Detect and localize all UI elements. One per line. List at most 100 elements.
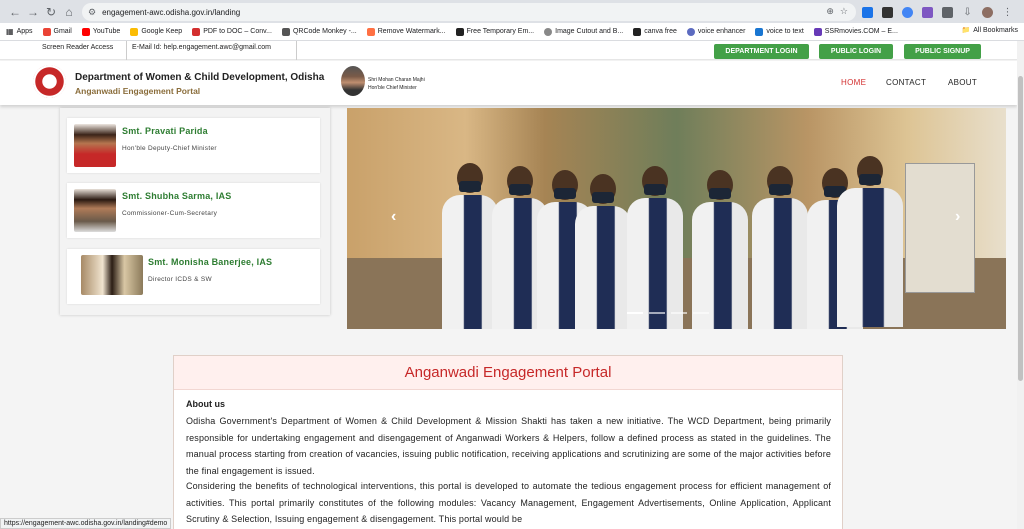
email-icon <box>455 27 464 36</box>
cutout-icon <box>544 27 553 36</box>
top-utility-strip: Screen Reader Access E-Mail Id: help.eng… <box>0 41 1017 60</box>
carousel-person <box>627 166 683 329</box>
kebab-menu-icon[interactable]: ⋮ <box>1002 7 1013 18</box>
official-card: Smt. Pravati Parida Hon'ble Deputy-Chief… <box>67 118 320 173</box>
zoom-icon[interactable]: ⊕ <box>826 6 834 17</box>
divider <box>126 41 127 60</box>
official-name: Smt. Pravati Parida <box>122 126 208 136</box>
email-contact: E-Mail Id: help.engagement.awc@gmail.com <box>132 44 272 51</box>
extension-icon[interactable] <box>882 6 893 18</box>
carousel-person <box>442 163 498 329</box>
bookmark-voice-enhancer[interactable]: voice enhancer <box>686 27 745 36</box>
forward-icon[interactable]: → <box>24 3 42 21</box>
watermark-icon <box>366 27 375 36</box>
department-login-button[interactable]: DEPARTMENT LOGIN <box>714 44 809 59</box>
section-title: Anganwadi Engagement Portal <box>174 356 842 390</box>
bookmark-temp-email[interactable]: Free Temporary Em... <box>455 27 534 36</box>
public-login-button[interactable]: PUBLIC LOGIN <box>819 44 893 59</box>
address-bar[interactable]: ⚙ engagement-awc.odisha.gov.in/landing ⊕… <box>82 3 856 21</box>
ssr-icon <box>813 27 822 36</box>
scrollbar-thumb[interactable] <box>1018 76 1023 381</box>
bookmark-apps[interactable]: ▦ Apps <box>6 27 33 36</box>
odisha-emblem-logo <box>33 65 66 98</box>
public-signup-button[interactable]: PUBLIC SIGNUP <box>904 44 981 59</box>
extension-icon[interactable] <box>902 6 913 18</box>
canva-icon <box>633 27 642 36</box>
chief-minister-caption: Shri Mohan Charan Majhi Hon'ble Chief Mi… <box>368 76 425 92</box>
photo-carousel[interactable]: ‹ › <box>347 108 1006 329</box>
carousel-indicator[interactable] <box>693 312 709 314</box>
site-info-icon[interactable]: ⚙ <box>88 7 96 18</box>
carousel-person <box>575 174 631 329</box>
cm-name: Shri Mohan Charan Majhi <box>368 77 425 83</box>
screen-reader-link[interactable]: Screen Reader Access <box>42 44 113 51</box>
carousel-next-icon[interactable]: › <box>955 208 960 226</box>
carousel-indicator[interactable] <box>671 312 687 314</box>
official-name: Smt. Monisha Banerjee, IAS <box>148 257 273 267</box>
carousel-indicator[interactable] <box>627 312 643 314</box>
keep-icon <box>130 27 139 36</box>
nav-contact[interactable]: CONTACT <box>886 78 926 87</box>
about-paragraph: Odisha Government's Department of Women … <box>186 416 831 476</box>
browser-chrome: ← → ↻ ⌂ ⚙ engagement-awc.odisha.gov.in/l… <box>0 0 1024 41</box>
bookmark-ssrmovies[interactable]: SSRmovies.COM – E... <box>813 27 898 36</box>
youtube-icon <box>81 27 90 36</box>
official-designation: Hon'ble Deputy-Chief Minister <box>122 145 217 152</box>
cm-title: Hon'ble Chief Minister <box>368 85 417 91</box>
official-card: Smt. Monisha Banerjee, IAS Director ICDS… <box>67 249 320 304</box>
bookmark-voice-to-text[interactable]: voice to text <box>755 27 804 36</box>
carousel-indicator[interactable] <box>649 312 665 314</box>
extensions-area: ⇩ ⋮ <box>862 3 1013 21</box>
bookmark-youtube[interactable]: YouTube <box>81 27 120 36</box>
about-paragraph: Considering the benefits of technologica… <box>186 481 831 524</box>
site-header: Department of Women & Child Development,… <box>0 61 1017 105</box>
carousel-person <box>692 170 748 329</box>
bookmark-pdf-to-doc[interactable]: PDF to DOC – Conv... <box>192 27 272 36</box>
voice-icon <box>686 27 695 36</box>
chief-minister-photo <box>341 66 365 96</box>
carousel-indicators <box>627 312 709 314</box>
qrcode-icon <box>281 27 290 36</box>
bookmark-gmail[interactable]: Gmail <box>42 27 72 36</box>
portal-subtitle: Anganwadi Engagement Portal <box>75 86 201 96</box>
web-page: Screen Reader Access E-Mail Id: help.eng… <box>0 41 1017 529</box>
reload-icon[interactable]: ↻ <box>42 3 60 21</box>
star-icon[interactable]: ☆ <box>840 6 848 17</box>
official-card: Smt. Shubha Sarma, IAS Commissioner-Cum-… <box>67 183 320 238</box>
official-photo <box>74 124 116 167</box>
mic-icon <box>755 27 764 36</box>
download-icon[interactable]: ⇩ <box>962 7 973 18</box>
carousel-image-plaque <box>905 163 975 293</box>
pdf-icon <box>192 27 201 36</box>
link-status-bar: https://engagement-awc.odisha.gov.in/lan… <box>0 518 172 529</box>
back-icon[interactable]: ← <box>6 3 24 21</box>
department-title: Department of Women & Child Development,… <box>75 72 325 83</box>
portal-info-section: Anganwadi Engagement Portal About us Odi… <box>173 355 843 529</box>
bookmark-google-keep[interactable]: Google Keep <box>130 27 182 36</box>
home-icon[interactable]: ⌂ <box>60 3 78 21</box>
bookmark-canva[interactable]: canva free <box>633 27 677 36</box>
nav-home[interactable]: HOME <box>841 78 866 87</box>
bookmark-image-cutout[interactable]: Image Cutout and B... <box>544 27 623 36</box>
divider <box>296 41 297 60</box>
official-designation: Director ICDS & SW <box>148 276 212 283</box>
extension-icon[interactable] <box>862 6 873 18</box>
extension-icon[interactable] <box>922 6 933 18</box>
all-bookmarks[interactable]: 📁 All Bookmarks <box>961 26 1018 35</box>
bookmark-remove-watermark[interactable]: Remove Watermark... <box>366 27 446 36</box>
puzzle-icon[interactable] <box>942 6 953 18</box>
carousel-prev-icon[interactable]: ‹ <box>391 208 396 226</box>
nav-about[interactable]: ABOUT <box>948 78 977 87</box>
bookmark-qrcode-monkey[interactable]: QRCode Monkey -... <box>281 27 357 36</box>
page-scrollbar[interactable] <box>1017 41 1024 529</box>
profile-avatar[interactable] <box>982 6 993 18</box>
official-photo <box>74 189 116 232</box>
address-url: engagement-awc.odisha.gov.in/landing <box>102 7 241 17</box>
official-designation: Commissioner-Cum-Secretary <box>122 210 218 217</box>
official-photo <box>81 255 143 295</box>
folder-icon: 📁 <box>961 27 971 34</box>
official-name: Smt. Shubha Sarma, IAS <box>122 191 232 201</box>
bookmarks-bar: ▦ Apps Gmail YouTube Google Keep PDF to D… <box>0 23 1024 41</box>
carousel-person <box>752 166 808 329</box>
gmail-icon <box>42 27 51 36</box>
